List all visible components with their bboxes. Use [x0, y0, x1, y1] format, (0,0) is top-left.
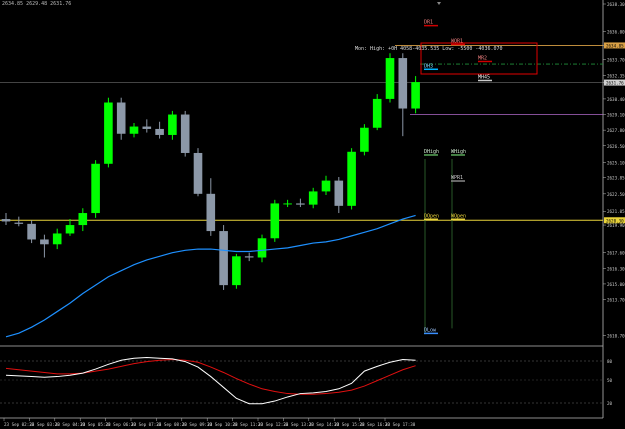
- candle-body: [347, 151, 356, 206]
- price-tick-label: 2627.80: [607, 128, 625, 133]
- price-tick-label: 2616.30: [607, 266, 625, 271]
- candle-body: [142, 126, 152, 129]
- candle-body: [27, 223, 36, 240]
- price-tick-label: 2617.60: [607, 251, 625, 256]
- candle-body: [296, 203, 305, 205]
- candle-body: [1, 219, 11, 222]
- level-tags-group: DR1 WOR1 DH3 MR2 MH45 DHigh WHigh WPR1 DOpen WOpe…: [424, 20, 492, 335]
- price-tick-label: 2625.10: [607, 161, 625, 166]
- price-tick-label: 2619.90: [607, 223, 625, 228]
- candle-body: [308, 191, 318, 205]
- candle-body: [104, 102, 113, 164]
- candle-body: [360, 127, 369, 152]
- osc-tick-label: 80: [607, 359, 613, 364]
- level-tag-dh3: DH3: [424, 63, 433, 69]
- candle-body: [372, 98, 382, 128]
- candle-body: [321, 180, 331, 192]
- candle-body: [91, 163, 100, 214]
- candle-body: [232, 256, 241, 286]
- monthly-pivot-label: Mon: High: +0H 4058-4035.535 Low: -5500 …: [355, 46, 503, 52]
- price-tick-label: 2622.50: [607, 192, 625, 197]
- price-tick-label: 2636.00: [607, 30, 625, 35]
- candle-body: [129, 126, 139, 134]
- candle-body: [270, 203, 280, 239]
- level-tag-wor1: WOR1: [451, 38, 463, 44]
- price-tick-label: 2633.70: [607, 57, 625, 62]
- candles-group: [1, 53, 420, 290]
- candle-body: [257, 238, 267, 258]
- price-tick-label: 2632.35: [607, 73, 625, 78]
- level-tag-mh45: MH45: [478, 74, 490, 80]
- chart-shift-icon[interactable]: [437, 2, 441, 5]
- dopen-price-label: 2620.30: [606, 218, 624, 223]
- price-axis: 2638.30 2636.00 2634.85 2633.70 2632.35 2631.…: [603, 2, 625, 339]
- candle-body: [206, 193, 216, 232]
- osc-tick-label: 50: [607, 378, 613, 383]
- candle-body: [411, 82, 420, 109]
- level-tag-dhigh: DHigh: [424, 149, 439, 155]
- time-axis: 23 Sep 02:3023 Sep 03:3023 Sep 04:3023 S…: [3, 418, 416, 427]
- level-tag-whigh: WHigh: [451, 149, 466, 155]
- price-tick-label: 2610.70: [607, 334, 625, 339]
- candle-body: [398, 58, 408, 109]
- current-price-label: 2631.76: [606, 81, 624, 86]
- candle-body: [168, 114, 177, 135]
- price-tick-label: 2623.85: [607, 176, 625, 181]
- level-tag-wopen: WOpen: [451, 213, 466, 219]
- time-tick-label: 23 Sep 17:30: [385, 422, 416, 427]
- price-tick-label: 2615.00: [607, 282, 625, 287]
- level-tag-mr2: MR2: [478, 55, 487, 61]
- level-tag-dr1: DR1: [424, 20, 433, 26]
- candle-body: [78, 213, 88, 226]
- price-tick-label: 2621.05: [607, 209, 625, 214]
- osc-tick-label: 20: [607, 401, 613, 406]
- candle-body: [40, 239, 49, 245]
- candle-body: [14, 222, 24, 224]
- candle-body: [116, 102, 126, 134]
- price-tick-label: 2638.30: [607, 2, 625, 7]
- candle-body: [334, 180, 344, 206]
- candle-body: [219, 231, 228, 286]
- price-tick-label: 2613.70: [607, 298, 625, 303]
- candle-body: [180, 114, 190, 153]
- pivot-levels: [0, 45, 603, 335]
- price-tick-label: 2630.40: [607, 97, 625, 102]
- price-tick-label: 2626.50: [607, 144, 625, 149]
- ohlc-header: 2634.85 2629.48 2631.76: [2, 1, 72, 7]
- candle-body: [244, 256, 254, 258]
- candle-body: [193, 152, 203, 194]
- level-tag-wpr1: WPR1: [451, 175, 463, 181]
- candle-body: [155, 128, 164, 135]
- level-tag-dlow: DLow: [424, 327, 437, 333]
- oscillator-fast-line: [5, 357, 416, 405]
- level-tag-dopen: DOpen: [424, 213, 439, 219]
- candle-body: [385, 58, 395, 99]
- trading-chart[interactable]: DR1 WOR1 DH3 MR2 MH45 DHigh WHigh WPR1 DOpen WOpe…: [0, 0, 625, 429]
- candle-body: [65, 225, 75, 234]
- candle-body: [52, 233, 62, 245]
- oscillator-group: [5, 357, 416, 405]
- price-tick-label: 2629.10: [607, 113, 625, 118]
- indicator-axis: 80 50 20: [607, 359, 613, 406]
- wor1-price-label: 2634.85: [606, 43, 624, 48]
- candle-body: [283, 203, 292, 205]
